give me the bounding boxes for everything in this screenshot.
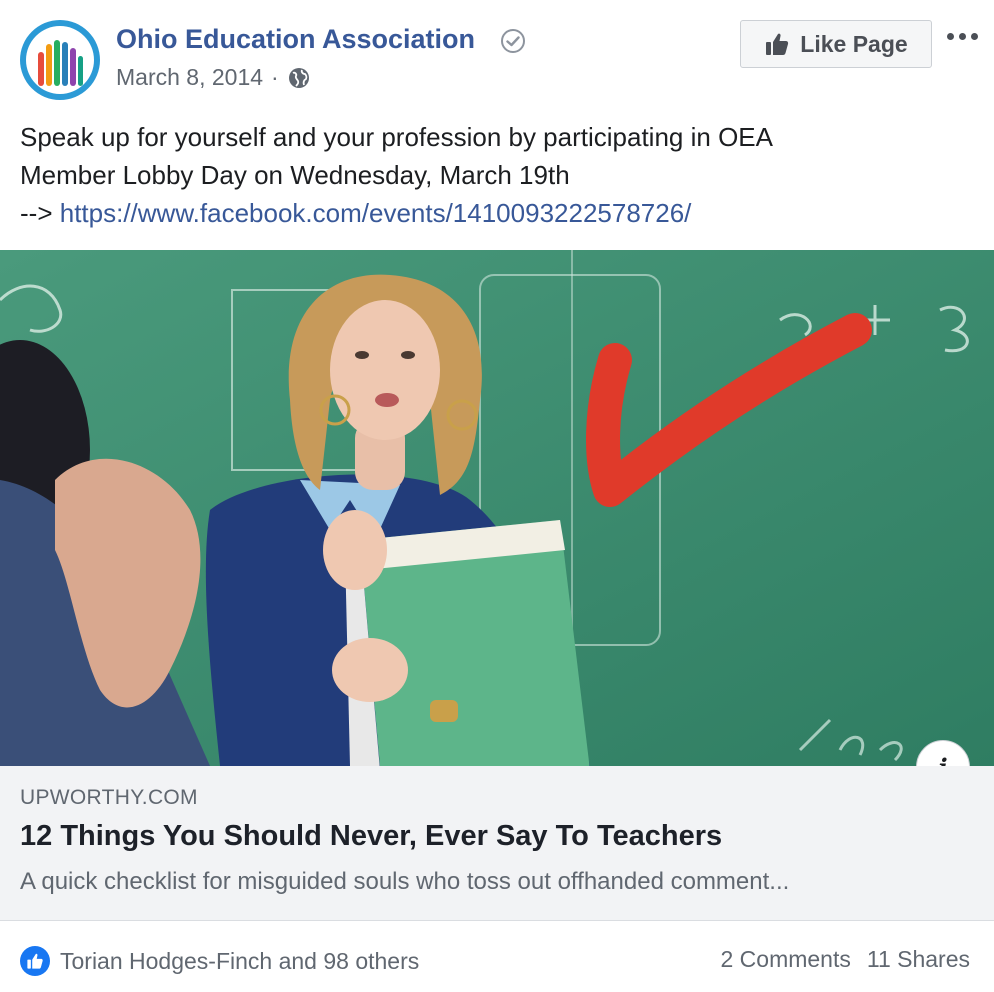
link-title[interactable]: 12 Things You Should Never, Ever Say To … bbox=[20, 820, 722, 853]
comments-count-link[interactable]: 2 Comments bbox=[720, 946, 850, 973]
teacher-chalkboard-photo bbox=[0, 250, 994, 766]
link-domain: UPWORTHY.COM bbox=[20, 786, 198, 809]
message-arrow: --> bbox=[20, 198, 53, 228]
reactions-text: Torian Hodges-Finch and 98 others bbox=[60, 947, 420, 974]
link-description: A quick checklist for misguided souls wh… bbox=[20, 868, 790, 895]
avatar-logo bbox=[26, 26, 94, 94]
post-date-link[interactable]: March 8, 2014 bbox=[116, 64, 263, 91]
globe-icon[interactable] bbox=[287, 66, 311, 90]
thumbs-up-icon bbox=[766, 33, 789, 55]
verified-badge-icon bbox=[501, 29, 525, 53]
engagement-counts: 2 Comments 11 Shares bbox=[720, 946, 970, 973]
facebook-post: Ohio Education Association March 8, 2014… bbox=[0, 0, 994, 992]
raised-hands-logo-icon bbox=[38, 40, 83, 86]
like-page-button[interactable]: Like Page bbox=[740, 20, 932, 68]
event-link[interactable]: https://www.facebook.com/events/14100932… bbox=[60, 198, 692, 228]
page-name-link[interactable]: Ohio Education Association bbox=[116, 24, 475, 55]
like-thumb-icon bbox=[27, 953, 43, 969]
message-line-2: Member Lobby Day on Wednesday, March 19t… bbox=[20, 160, 570, 190]
meta-separator: · bbox=[271, 64, 279, 90]
like-reaction-icon bbox=[20, 946, 50, 976]
link-preview-image[interactable] bbox=[0, 250, 994, 766]
post-meta: March 8, 2014 · bbox=[116, 64, 311, 91]
reactions-summary[interactable]: Torian Hodges-Finch and 98 others bbox=[20, 946, 419, 976]
shares-count-link[interactable]: 11 Shares bbox=[867, 946, 970, 973]
message-line-1: Speak up for yourself and your professio… bbox=[20, 122, 773, 152]
like-page-label: Like Page bbox=[800, 30, 908, 57]
more-options-icon[interactable] bbox=[944, 22, 980, 50]
message-line-3: --> https://www.facebook.com/events/1410… bbox=[20, 194, 960, 232]
link-preview-card[interactable]: UPWORTHY.COM 12 Things You Should Never,… bbox=[0, 766, 994, 921]
page-avatar[interactable] bbox=[20, 20, 100, 100]
post-message: Speak up for yourself and your professio… bbox=[20, 118, 960, 232]
